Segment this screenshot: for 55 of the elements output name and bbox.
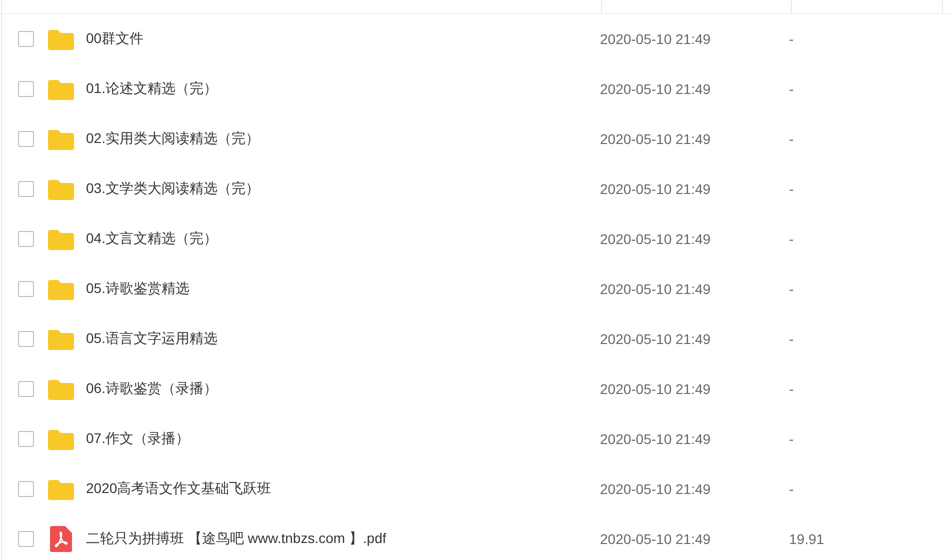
folder-icon [48, 78, 74, 100]
checkbox[interactable] [18, 381, 34, 397]
file-size: - [789, 131, 794, 147]
checkbox[interactable] [18, 231, 34, 247]
checkbox[interactable] [18, 81, 34, 97]
file-name[interactable]: 00群文件 [86, 30, 144, 46]
modified-time: 2020-05-10 21:49 [600, 31, 711, 47]
file-name[interactable]: 03.文学类大阅读精选（完） [86, 180, 260, 196]
modified-time: 2020-05-10 21:49 [600, 181, 711, 197]
file-size: - [789, 281, 794, 297]
file-size: - [789, 81, 794, 97]
folder-icon [48, 378, 74, 400]
file-name[interactable]: 二轮只为拼搏班 【途鸟吧 www.tnbzs.com 】.pdf [86, 530, 386, 546]
file-name[interactable]: 01.论述文精选（完） [86, 80, 218, 96]
modified-time: 2020-05-10 21:49 [600, 481, 711, 497]
folder-icon [48, 428, 74, 450]
modified-time: 2020-05-10 21:49 [600, 381, 711, 397]
modified-time: 2020-05-10 21:49 [600, 281, 711, 297]
modified-time: 2020-05-10 21:49 [600, 331, 711, 347]
modified-time: 2020-05-10 21:49 [600, 531, 711, 547]
checkbox[interactable] [18, 331, 34, 347]
file-name[interactable]: 04.文言文精选（完） [86, 230, 218, 246]
checkbox[interactable] [18, 431, 34, 447]
folder-icon [48, 228, 74, 250]
file-name[interactable]: 2020高考语文作文基础飞跃班 [86, 480, 272, 496]
folder-icon [48, 178, 74, 200]
checkbox[interactable] [18, 131, 34, 147]
file-name[interactable]: 05.诗歌鉴赏精选 [86, 280, 190, 296]
file-size: - [789, 231, 794, 247]
folder-icon [48, 278, 74, 300]
file-size: - [789, 431, 794, 447]
file-size: 19.91 [789, 531, 824, 547]
checkbox[interactable] [18, 181, 34, 197]
folder-icon [48, 478, 74, 500]
folder-icon [48, 128, 74, 150]
file-name[interactable]: 07.作文（录播） [86, 430, 190, 446]
modified-time: 2020-05-10 21:49 [600, 231, 711, 247]
folder-icon [48, 28, 74, 50]
modified-time: 2020-05-10 21:49 [600, 131, 711, 147]
modified-time: 2020-05-10 21:49 [600, 81, 711, 97]
file-name[interactable]: 06.诗歌鉴赏（录播） [86, 380, 218, 396]
file-name[interactable]: 02.实用类大阅读精选（完） [86, 130, 260, 146]
file-size: - [789, 181, 794, 197]
checkbox[interactable] [18, 531, 34, 547]
file-name[interactable]: 05.语言文字运用精选 [86, 330, 218, 346]
folder-icon [48, 328, 74, 350]
file-size: - [789, 381, 794, 397]
checkbox[interactable] [18, 31, 34, 47]
modified-time: 2020-05-10 21:49 [600, 431, 711, 447]
file-size: - [789, 31, 794, 47]
file-size: - [789, 331, 794, 347]
checkbox[interactable] [18, 481, 34, 497]
file-size: - [789, 481, 794, 497]
checkbox[interactable] [18, 281, 34, 297]
pdf-icon [50, 526, 72, 552]
